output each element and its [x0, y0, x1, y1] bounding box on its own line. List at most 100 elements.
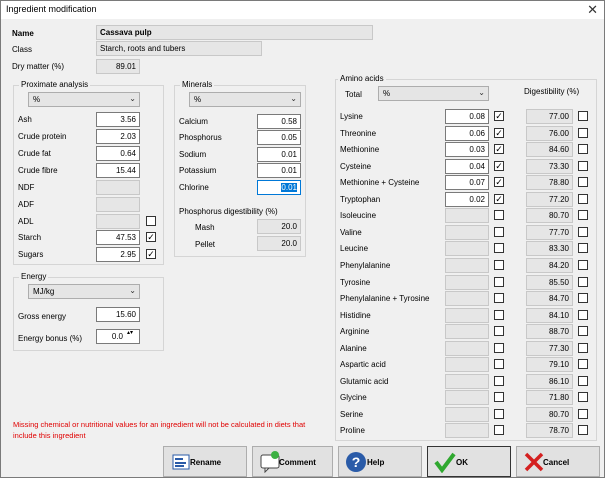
amino-digestibility-field[interactable]: 80.70 [526, 406, 573, 422]
amino-digestibility-checkbox[interactable] [578, 144, 588, 155]
amino-row-field[interactable] [445, 423, 489, 439]
proximate-row-field[interactable]: 47.53 [96, 230, 140, 245]
energy-unit-select[interactable]: MJ/kg ⌄ [28, 284, 140, 299]
mineral-row-field[interactable]: 0.01 [257, 180, 301, 195]
amino-row-checkbox[interactable] [494, 243, 504, 254]
amino-row-checkbox[interactable] [494, 259, 504, 270]
amino-digestibility-checkbox[interactable] [578, 359, 588, 370]
mineral-row-field[interactable]: 0.05 [257, 130, 301, 145]
proximate-row-field[interactable]: 3.56 [96, 112, 140, 127]
amino-digestibility-field[interactable]: 83.30 [526, 241, 573, 257]
proximate-row-field[interactable]: 15.44 [96, 163, 140, 178]
amino-row-field[interactable] [445, 324, 489, 340]
amino-digestibility-checkbox[interactable] [578, 160, 588, 171]
help-button[interactable]: ? Help [338, 446, 422, 477]
amino-digestibility-checkbox[interactable] [578, 127, 588, 138]
amino-row-checkbox[interactable]: ✓ [494, 111, 504, 121]
amino-row-checkbox[interactable] [494, 425, 504, 436]
amino-row-field[interactable] [445, 224, 489, 240]
amino-row-checkbox[interactable] [494, 408, 504, 419]
amino-row-checkbox[interactable] [494, 226, 504, 237]
amino-digestibility-checkbox[interactable] [578, 193, 588, 204]
amino-digestibility-field[interactable]: 78.70 [526, 423, 573, 439]
amino-row-field[interactable] [445, 340, 489, 356]
amino-row-field[interactable] [445, 357, 489, 373]
gross-energy-field[interactable]: 15.60 [96, 307, 140, 322]
amino-digestibility-checkbox[interactable] [578, 210, 588, 221]
amino-digestibility-field[interactable]: 80.70 [526, 208, 573, 224]
amino-digestibility-field[interactable]: 88.70 [526, 324, 573, 340]
class-field[interactable]: Starch, roots and tubers [96, 41, 262, 56]
amino-row-field[interactable]: 0.04 [445, 158, 489, 174]
amino-row-field[interactable]: 0.06 [445, 125, 489, 141]
amino-row-field[interactable] [445, 241, 489, 257]
amino-digestibility-field[interactable]: 84.20 [526, 257, 573, 273]
amino-row-field[interactable]: 0.08 [445, 109, 489, 124]
proximate-row-checkbox[interactable]: ✓ [146, 232, 156, 242]
proximate-row-field[interactable] [96, 214, 140, 229]
amino-digestibility-field[interactable]: 77.70 [526, 224, 573, 240]
amino-digestibility-field[interactable]: 71.80 [526, 390, 573, 406]
amino-digestibility-checkbox[interactable] [578, 392, 588, 403]
name-field[interactable]: Cassava pulp [96, 25, 373, 40]
proximate-row-field[interactable] [96, 180, 140, 195]
amino-digestibility-field[interactable]: 76.00 [526, 125, 573, 141]
amino-row-field[interactable] [445, 208, 489, 224]
amino-digestibility-checkbox[interactable] [578, 276, 588, 287]
mash-field[interactable]: 20.0 [257, 219, 301, 234]
amino-digestibility-field[interactable]: 86.10 [526, 373, 573, 389]
amino-row-checkbox[interactable] [494, 375, 504, 386]
proximate-unit-select[interactable]: % ⌄ [28, 92, 140, 107]
amino-row-checkbox[interactable] [494, 342, 504, 353]
proximate-row-field[interactable] [96, 197, 140, 212]
amino-row-checkbox[interactable] [494, 359, 504, 370]
amino-row-field[interactable]: 0.03 [445, 142, 489, 158]
amino-digestibility-field[interactable]: 77.00 [526, 109, 573, 124]
amino-digestibility-checkbox[interactable] [578, 177, 588, 188]
proximate-row-checkbox[interactable]: ✓ [146, 249, 156, 259]
amino-digestibility-field[interactable]: 84.70 [526, 291, 573, 307]
amino-row-checkbox[interactable] [494, 309, 504, 320]
amino-digestibility-checkbox[interactable] [578, 342, 588, 353]
dry-matter-field[interactable]: 89.01 [96, 59, 140, 74]
amino-digestibility-checkbox[interactable] [578, 226, 588, 237]
amino-row-field[interactable] [445, 274, 489, 290]
amino-digestibility-checkbox[interactable] [578, 309, 588, 320]
amino-digestibility-field[interactable]: 78.80 [526, 175, 573, 191]
mineral-row-field[interactable]: 0.01 [257, 147, 301, 162]
amino-row-checkbox[interactable]: ✓ [494, 177, 504, 188]
amino-row-checkbox[interactable] [494, 392, 504, 403]
amino-digestibility-checkbox[interactable] [578, 259, 588, 270]
proximate-row-field[interactable]: 0.64 [96, 146, 140, 161]
spin-icon[interactable]: ▴▾ [127, 330, 137, 336]
amino-row-checkbox[interactable]: ✓ [494, 160, 504, 171]
amino-row-checkbox[interactable]: ✓ [494, 127, 504, 138]
amino-digestibility-checkbox[interactable] [578, 111, 588, 121]
cancel-button[interactable]: Cancel [516, 446, 600, 477]
proximate-row-checkbox[interactable] [146, 216, 156, 226]
amino-digestibility-field[interactable]: 73.30 [526, 158, 573, 174]
ok-button[interactable]: OK [427, 446, 511, 477]
amino-digestibility-checkbox[interactable] [578, 293, 588, 304]
amino-row-checkbox[interactable] [494, 210, 504, 221]
amino-digestibility-checkbox[interactable] [578, 326, 588, 337]
amino-row-checkbox[interactable]: ✓ [494, 144, 504, 155]
amino-row-field[interactable] [445, 257, 489, 273]
amino-row-field[interactable]: 0.02 [445, 191, 489, 207]
pellet-field[interactable]: 20.0 [257, 236, 301, 251]
amino-row-field[interactable] [445, 291, 489, 307]
amino-digestibility-field[interactable]: 85.50 [526, 274, 573, 290]
close-icon[interactable]: ✕ [587, 2, 598, 18]
amino-digestibility-checkbox[interactable] [578, 425, 588, 436]
amino-digestibility-field[interactable]: 84.10 [526, 307, 573, 323]
amino-digestibility-checkbox[interactable] [578, 408, 588, 419]
proximate-row-field[interactable]: 2.03 [96, 129, 140, 144]
amino-row-field[interactable] [445, 406, 489, 422]
amino-row-field[interactable] [445, 373, 489, 389]
amino-row-field[interactable]: 0.07 [445, 175, 489, 191]
minerals-unit-select[interactable]: % ⌄ [189, 92, 301, 107]
comment-button[interactable]: Comment [252, 446, 333, 477]
amino-digestibility-checkbox[interactable] [578, 243, 588, 254]
amino-row-checkbox[interactable] [494, 326, 504, 337]
amino-unit-select[interactable]: % ⌄ [378, 86, 489, 101]
